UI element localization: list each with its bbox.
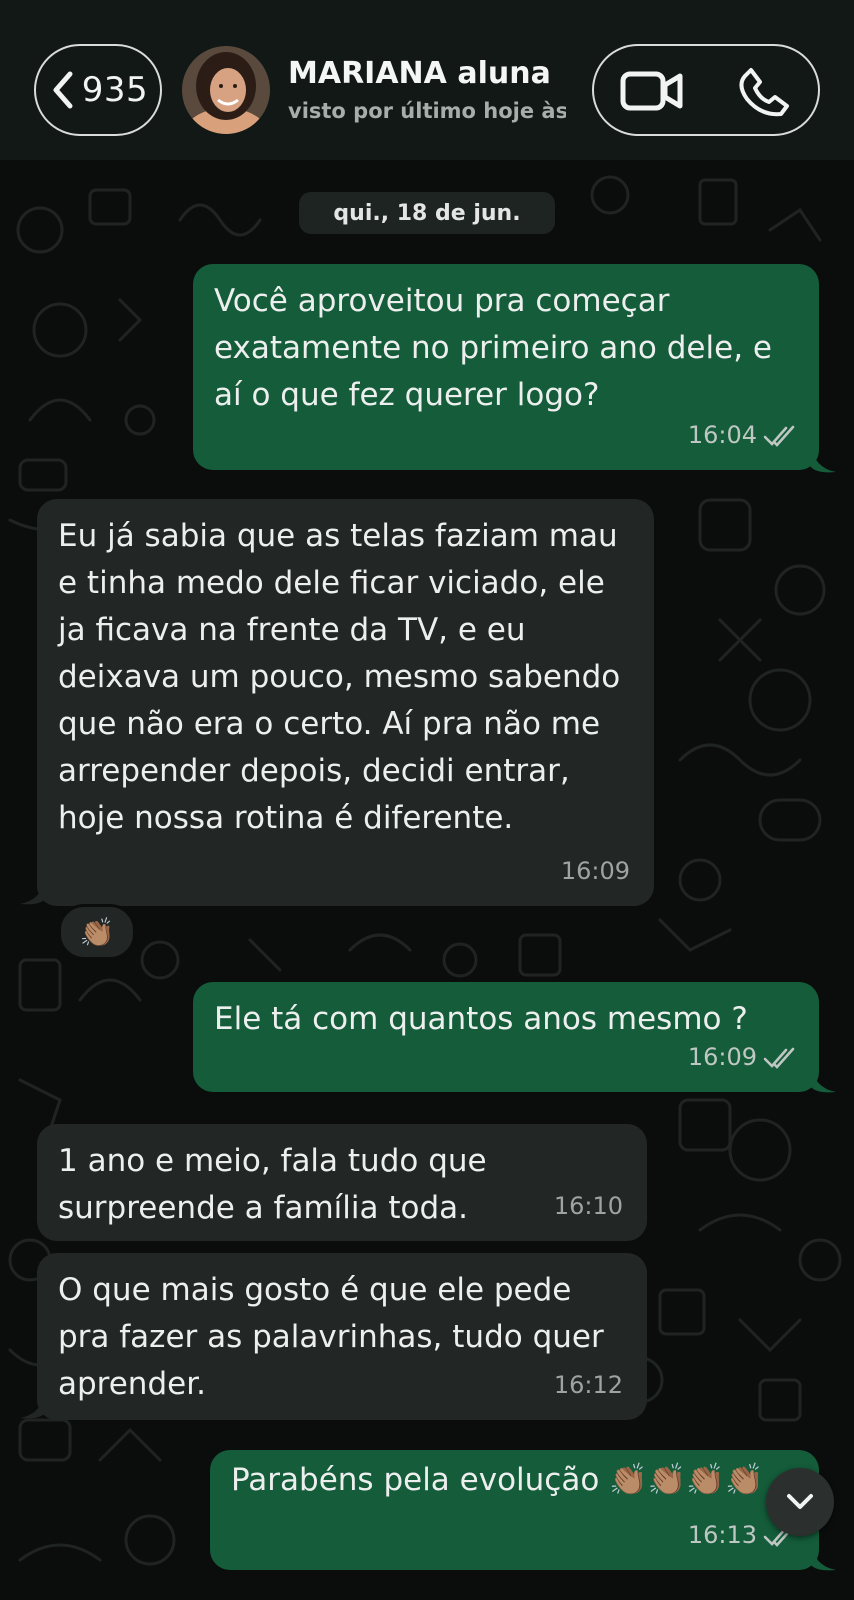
- message-time: 16:12: [553, 1371, 623, 1399]
- chevron-left-icon: [53, 71, 73, 109]
- bubble-tail: [810, 1064, 836, 1093]
- message-incoming[interactable]: O que mais gosto é que ele pede pra faze…: [37, 1253, 647, 1420]
- phone-icon[interactable]: [739, 66, 791, 118]
- message-text: Eu já sabia que as telas faziam mau e ti…: [58, 518, 621, 836]
- scroll-to-bottom-button[interactable]: [766, 1468, 834, 1536]
- unread-count: 935: [81, 70, 149, 110]
- message-time: 16:10: [553, 1192, 623, 1220]
- chevron-down-icon: [787, 1494, 813, 1509]
- message-meta: 16:09: [561, 848, 630, 895]
- message-meta: 16:09: [688, 1034, 797, 1081]
- message-time: 16:04: [687, 421, 757, 449]
- bubble-tail: [20, 1390, 46, 1419]
- date-separator: qui., 18 de jun.: [299, 192, 555, 234]
- video-camera-icon[interactable]: [620, 68, 684, 114]
- bubble-tail: [810, 1542, 836, 1571]
- message-outgoing[interactable]: Parabéns pela evolução 👏🏽👏🏽👏🏽👏🏽 16:13: [210, 1450, 819, 1570]
- message-incoming[interactable]: Eu já sabia que as telas faziam mau e ti…: [37, 499, 654, 906]
- bubble-tail: [20, 876, 46, 905]
- message-text: Parabéns pela evolução 👏🏽👏🏽👏🏽👏🏽: [231, 1462, 764, 1498]
- message-text: 1 ano e meio, fala tudo que surpreende a…: [58, 1143, 487, 1226]
- call-actions: [592, 44, 820, 136]
- back-button[interactable]: 935: [34, 44, 162, 136]
- last-seen-status: visto por último hoje às: [288, 99, 566, 123]
- message-meta: 16:10: [554, 1183, 623, 1230]
- message-reaction[interactable]: 👏🏽: [58, 904, 136, 960]
- message-meta: 16:12: [554, 1362, 623, 1409]
- contact-avatar[interactable]: [182, 46, 270, 134]
- message-time: 16:09: [560, 857, 630, 885]
- chat-header: 935 MARIANA aluna visto por último hoje …: [0, 0, 854, 160]
- message-time: 16:09: [687, 1043, 757, 1071]
- message-outgoing[interactable]: Ele tá com quantos anos mesmo ? 16:09: [193, 982, 819, 1092]
- message-outgoing[interactable]: Você aproveitou pra começar exatamente n…: [193, 264, 819, 470]
- double-check-icon: [763, 1047, 795, 1069]
- double-check-icon: [763, 425, 795, 447]
- message-meta: 16:04: [688, 412, 797, 459]
- message-incoming[interactable]: 1 ano e meio, fala tudo que surpreende a…: [37, 1124, 647, 1241]
- message-text: Você aproveitou pra começar exatamente n…: [214, 283, 772, 413]
- contact-name[interactable]: MARIANA aluna: [288, 56, 551, 91]
- bubble-tail: [810, 444, 836, 473]
- message-text: O que mais gosto é que ele pede pra faze…: [58, 1272, 604, 1402]
- clapping-hands-icon: 👏🏽: [79, 915, 115, 949]
- message-time: 16:13: [687, 1521, 757, 1549]
